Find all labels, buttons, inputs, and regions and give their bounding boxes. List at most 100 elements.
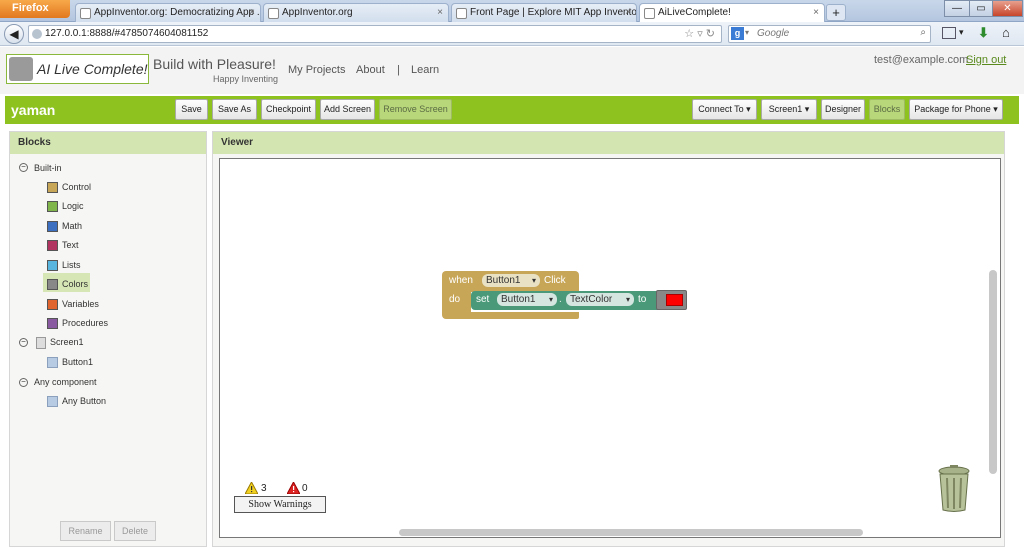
app-logo[interactable]: AI Live Complete! — [6, 54, 149, 84]
tab-close-icon[interactable]: × — [437, 7, 443, 18]
search-input[interactable]: g ▾ Google ⌕ — [728, 25, 931, 43]
project-toolbar: yaman Save Save As Checkpoint Add Screen… — [5, 96, 1019, 124]
close-window-button[interactable]: ✕ — [992, 0, 1023, 17]
save-button[interactable]: Save — [175, 99, 208, 120]
tree-any-component[interactable]: Any component — [34, 377, 97, 387]
blocks-panel-title: Blocks — [10, 132, 206, 154]
home-icon[interactable]: ⌂ — [1002, 25, 1010, 40]
collapse-builtin-icon[interactable]: − — [19, 163, 28, 172]
red-color-swatch[interactable] — [666, 294, 683, 306]
url-bar[interactable]: 127.0.0.1:8888/#4785074604081152 ☆ ▿ ↻ — [28, 25, 722, 43]
tree-item-label: Text — [62, 240, 79, 250]
dropdown-arrow-icon: ▾ — [531, 276, 536, 285]
show-warnings-button[interactable]: Show Warnings — [234, 496, 326, 513]
tree-item-label: Screen1 — [50, 337, 84, 347]
browser-tab-ailivecomplete[interactable]: AiLiveComplete! × — [639, 3, 825, 22]
variables-swatch-icon — [47, 299, 58, 310]
event-component-label: Button1 — [486, 275, 521, 286]
tree-item-label: Variables — [62, 299, 99, 309]
dropdown-arrow-icon: ▾ — [625, 295, 630, 304]
browser-navigation-bar: ◀ 127.0.0.1:8888/#4785074604081152 ☆ ▿ ↻… — [0, 22, 1024, 46]
tree-item-label: Button1 — [62, 357, 94, 367]
new-tab-button[interactable]: + — [826, 4, 846, 21]
button-component-icon — [47, 357, 58, 368]
lists-swatch-icon — [47, 260, 58, 271]
to-label: to — [638, 294, 647, 305]
designer-button[interactable]: Designer — [821, 99, 865, 120]
nav-about[interactable]: About — [356, 64, 385, 76]
minimize-button[interactable]: — — [944, 0, 970, 17]
horizontal-scrollbar[interactable] — [399, 529, 863, 536]
nav-learn[interactable]: Learn — [411, 64, 439, 76]
search-engine-dropdown-icon[interactable]: ▾ — [745, 28, 749, 37]
collapse-any-component-icon[interactable]: − — [19, 378, 28, 387]
checkpoint-button[interactable]: Checkpoint — [261, 99, 316, 120]
tree-builtin[interactable]: Built-in — [34, 163, 62, 173]
math-swatch-icon — [47, 221, 58, 232]
trash-can-icon[interactable] — [936, 465, 972, 513]
search-placeholder: Google — [757, 28, 790, 39]
event-name-label: Click — [544, 275, 566, 286]
tab-close-icon[interactable]: × — [813, 7, 819, 18]
tree-item-label: Colors — [62, 279, 89, 289]
save-as-button[interactable]: Save As — [212, 99, 257, 120]
errors-count: 0 — [302, 483, 308, 494]
tree-item-label: Any Button — [62, 396, 107, 406]
warnings-count: 3 — [261, 483, 267, 494]
favicon-icon — [268, 8, 279, 19]
setter-dot: . — [559, 294, 562, 305]
bookmarks-icon[interactable] — [942, 27, 956, 39]
viewer-panel-title: Viewer — [213, 132, 1004, 154]
bookmarks-dropdown-icon[interactable]: ▾ — [959, 27, 964, 38]
rename-button[interactable]: Rename — [60, 521, 111, 541]
tab-close-icon[interactable]: × — [625, 7, 631, 18]
setter-component-dropdown[interactable]: Button1 ▾ — [497, 293, 557, 306]
project-name: yaman — [11, 102, 56, 118]
back-arrow-icon[interactable]: ◀ — [4, 24, 24, 44]
collapse-screen1-icon[interactable]: − — [19, 338, 28, 347]
error-triangle-icon — [286, 480, 301, 495]
dropdown-arrow-icon: ▾ — [548, 295, 553, 304]
tab-close-icon[interactable]: × — [249, 7, 255, 18]
property-dropdown[interactable]: TextColor ▾ — [566, 293, 634, 306]
download-icon[interactable]: ⬇ — [978, 25, 989, 41]
tab-title: Front Page | Explore MIT App Inventor — [470, 7, 637, 18]
android-robot-icon — [9, 57, 33, 81]
procedures-swatch-icon — [47, 318, 58, 329]
browser-tab-appinventor[interactable]: AppInventor.org × — [263, 3, 449, 22]
tree-item-label: Control — [62, 182, 92, 192]
setter-component-label: Button1 — [501, 294, 536, 305]
browser-tab-appinventor-democratizing[interactable]: AppInventor.org: Democratizing App ... × — [75, 3, 261, 22]
browser-tab-bar: Firefox AppInventor.org: Democratizing A… — [0, 0, 1024, 22]
screen-select-dropdown[interactable]: Screen1 ▾ — [761, 99, 817, 120]
screen-icon — [36, 337, 46, 349]
event-component-dropdown[interactable]: Button1 ▾ — [482, 274, 540, 287]
browser-tab-explore-mit[interactable]: Front Page | Explore MIT App Inventor × — [451, 3, 637, 22]
url-text: 127.0.0.1:8888/#4785074604081152 — [45, 28, 209, 39]
site-identity-icon[interactable] — [32, 29, 42, 39]
delete-button[interactable]: Delete — [114, 521, 156, 541]
tab-title: AppInventor.org — [282, 7, 353, 18]
connect-to-dropdown[interactable]: Connect To ▾ — [692, 99, 757, 120]
nav-my-projects[interactable]: My Projects — [288, 64, 345, 76]
blocks-workspace[interactable] — [219, 158, 1001, 538]
user-email: test@example.com — [874, 54, 969, 66]
blocks-button[interactable]: Blocks — [869, 99, 905, 120]
sign-out-link[interactable]: Sign out — [966, 54, 1006, 66]
tree-item-label: Math — [62, 221, 83, 231]
bookmark-star-icon[interactable]: ☆ ▿ ↻ — [684, 27, 715, 40]
remove-screen-button[interactable]: Remove Screen — [379, 99, 452, 120]
search-icon[interactable]: ⌕ — [920, 27, 926, 38]
colors-swatch-icon — [47, 279, 58, 290]
when-label: when — [449, 275, 473, 286]
add-screen-button[interactable]: Add Screen — [320, 99, 375, 120]
nav-separator: | — [397, 64, 400, 76]
favicon-icon — [456, 8, 467, 19]
firefox-menu-button[interactable]: Firefox — [0, 0, 70, 18]
vertical-scrollbar[interactable] — [989, 270, 997, 474]
package-for-phone-dropdown[interactable]: Package for Phone ▾ — [909, 99, 1003, 120]
warning-triangle-icon — [244, 480, 259, 495]
maximize-button[interactable]: ▭ — [969, 0, 993, 17]
button-component-icon — [47, 396, 58, 407]
google-icon[interactable]: g — [731, 27, 744, 40]
